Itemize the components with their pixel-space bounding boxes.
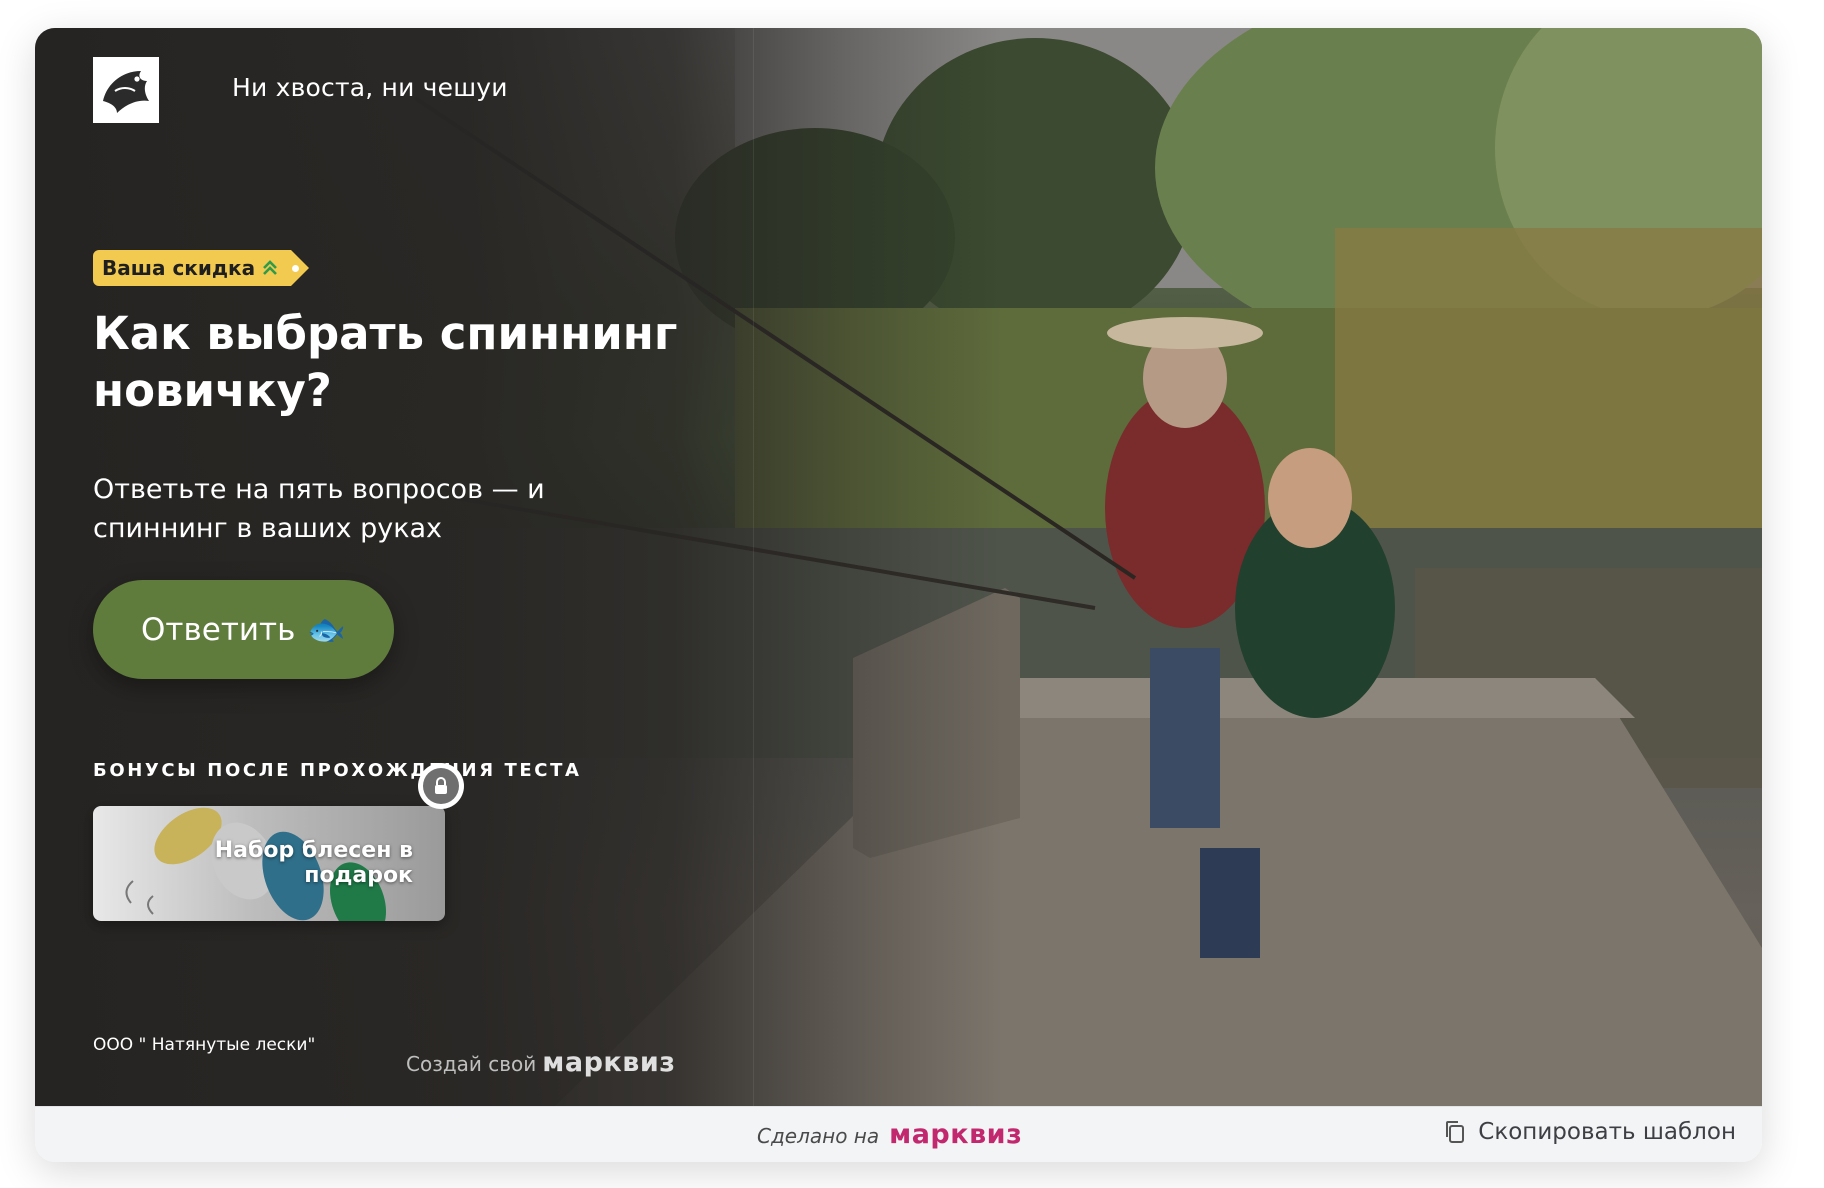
column-divider — [753, 28, 754, 1106]
bonus-card[interactable]: Набор блесен в подарок — [93, 806, 445, 921]
bonus-label: Набор блесен в подарок — [214, 838, 413, 888]
discount-badge[interactable]: Ваша скидка — [93, 250, 310, 286]
badge-dot — [292, 265, 300, 272]
create-your-own-link[interactable]: Создай свой марквиз — [406, 1047, 675, 1078]
bonus-lock-badge — [418, 763, 464, 809]
marquiz-brand: марквиз — [889, 1119, 1023, 1150]
discount-label: Ваша скидка — [102, 256, 256, 280]
page-subtitle: Ответьте на пять вопросов — и спиннинг в… — [93, 474, 545, 544]
made-on-label: Сделано на — [757, 1124, 880, 1148]
lock-icon — [435, 777, 447, 794]
brand-logo — [93, 57, 159, 123]
footer-bar: Сделано на марквиз Скопировать шаблон — [35, 1106, 1762, 1162]
fish-logo-icon — [103, 71, 149, 113]
chevron-up-double-icon — [263, 260, 278, 275]
quiz-card: Ни хвоста, ни чешуи Ваша скидка Как выбр… — [35, 28, 1762, 1162]
answer-button-label: Ответить — [141, 611, 296, 648]
create-your-own-label: Создай свой — [406, 1052, 537, 1076]
copy-template-label: Скопировать шаблон — [1478, 1119, 1736, 1145]
page-title: Как выбрать спиннинг новичку? — [93, 307, 678, 417]
made-on-link[interactable]: Сделано на марквиз — [757, 1119, 1022, 1150]
fish-icon: 🐟 — [307, 612, 346, 648]
hero-background-photo — [35, 28, 1762, 1106]
bonuses-heading: БОНУСЫ ПОСЛЕ ПРОХОЖДЕНИЯ ТЕСТА — [93, 760, 582, 781]
copy-icon — [1446, 1121, 1465, 1143]
copy-template-button[interactable]: Скопировать шаблон — [1444, 1119, 1736, 1145]
company-name: ООО " Натянутые лески" — [93, 1035, 316, 1055]
answer-button[interactable]: Ответить 🐟 — [93, 580, 394, 679]
text-contrast-overlay — [35, 28, 1762, 1106]
marquiz-logo-text: марквиз — [542, 1047, 676, 1078]
brand-tagline: Ни хвоста, ни чешуи — [232, 73, 508, 102]
